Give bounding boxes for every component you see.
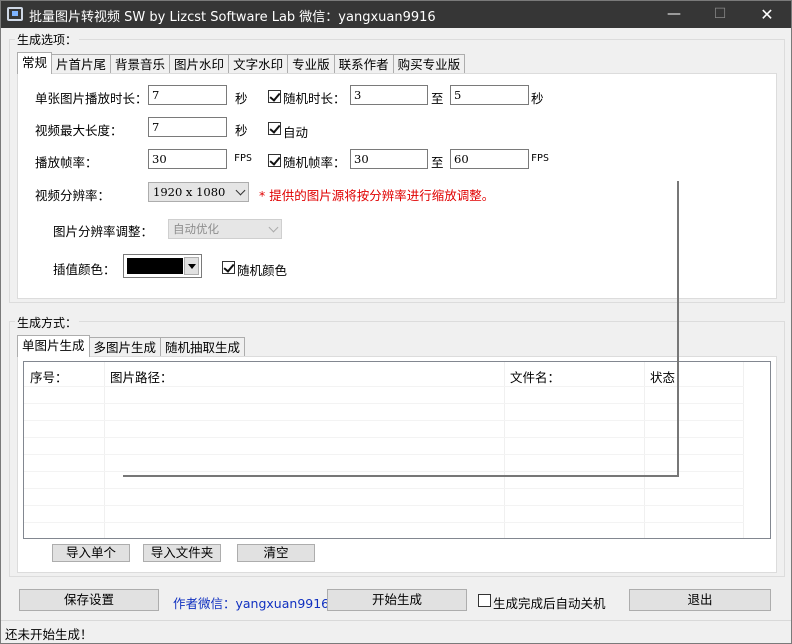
max-length-input[interactable]: 7 [148,117,227,137]
row-divider [24,386,744,387]
chevron-down-icon [235,185,246,196]
status-divider [1,620,791,621]
auto-shutdown-label: 生成完成后自动关机 [493,596,606,611]
header-filename[interactable]: 文件名： [510,367,560,386]
column-status [645,362,744,538]
random-to-label: 至 [431,91,444,106]
row-divider [24,471,744,472]
auto-checkbox[interactable] [268,122,281,135]
tab-general[interactable]: 常规 [17,52,53,74]
random-color-label: 随机颜色 [237,263,288,278]
ghost-window-edge [123,475,679,477]
row-divider [24,420,744,421]
options-group-label: 生成选项： [15,31,80,48]
header-index[interactable]: 序号： [30,367,68,386]
random-fps-label: 随机帧率： [283,155,346,170]
header-status[interactable]: 状态： [650,367,688,386]
app-window: 批量图片转视频 SW by Lizcst Software Lab 微信：yan… [0,0,792,644]
ghost-window-edge [677,181,679,477]
random-duration-checkbox[interactable] [268,90,281,103]
fill-color-picker[interactable] [123,254,202,278]
random-fps-max-input[interactable]: 60 [450,149,529,169]
fill-color-label: 插值颜色： [53,262,116,277]
clear-button[interactable]: 清空 [237,544,315,562]
random-color-checkbox[interactable] [222,261,235,274]
random-duration-label: 随机时长： [283,91,346,106]
row-divider [24,403,744,404]
auto-label: 自动 [283,125,309,140]
author-wechat-link[interactable]: 作者微信：yangxuan9916 [173,593,329,612]
fps-unit: FPS [234,153,253,164]
random-min-input[interactable]: 3 [350,85,428,105]
image-adjust-value: 自动优化 [173,222,219,236]
tab-intro-outro[interactable]: 片首片尾 [51,54,112,74]
mode-tabs: 单图片生成 多图片生成 随机抽取生成 [17,335,246,357]
start-button[interactable]: 开始生成 [327,589,467,611]
fill-color-dropdown[interactable] [184,257,199,275]
random-unit: 秒 [531,91,544,106]
import-single-button[interactable]: 导入单个 [52,544,130,562]
resolution-note: * 提供的图片源将按分辨率进行缩放调整。 [259,188,495,203]
image-adjust-label: 图片分辨率调整： [53,224,154,239]
single-duration-label: 单张图片播放时长： [35,91,148,106]
save-settings-button[interactable]: 保存设置 [19,589,159,611]
single-duration-unit: 秒 [235,91,248,106]
column-index [24,362,105,538]
max-length-unit: 秒 [235,123,248,138]
random-max-input[interactable]: 5 [450,85,529,105]
max-length-label: 视频最大长度： [35,123,123,138]
options-tabs: 常规 片首片尾 背景音乐 图片水印 文字水印 专业版 联系作者 购买专业版 [17,52,466,74]
resolution-label: 视频分辨率： [35,188,111,203]
column-filename [505,362,645,538]
window-title: 批量图片转视频 SW by Lizcst Software Lab 微信：yan… [29,10,436,25]
tab-pro-version[interactable]: 专业版 [287,54,335,74]
tab-single-image[interactable]: 单图片生成 [17,335,90,357]
title-bar: 批量图片转视频 SW by Lizcst Software Lab 微信：yan… [1,1,791,28]
resolution-value: 1920 x 1080 [153,185,226,199]
row-divider [24,522,744,523]
tab-image-watermark[interactable]: 图片水印 [169,54,230,74]
fps-input[interactable]: 30 [148,149,227,169]
header-path[interactable]: 图片路径： [110,367,173,386]
row-divider [24,488,744,489]
fps-label: 播放帧率： [35,155,98,170]
fill-color-swatch [127,258,183,274]
column-path [105,362,505,538]
tab-random-extract[interactable]: 随机抽取生成 [160,337,246,357]
row-divider [24,437,744,438]
single-duration-input[interactable]: 7 [148,85,227,105]
maximize-button[interactable]: ☐ [697,1,743,28]
tab-background-music[interactable]: 背景音乐 [110,54,171,74]
resolution-select[interactable]: 1920 x 1080 [148,182,249,202]
auto-shutdown-checkbox[interactable] [478,594,491,607]
random-fps-checkbox[interactable] [268,154,281,167]
random-fps-min-input[interactable]: 30 [350,149,428,169]
mode-group-label: 生成方式： [15,314,80,331]
minimize-button[interactable]: — [651,1,697,28]
close-button[interactable]: ✕ [744,1,790,28]
tab-text-watermark[interactable]: 文字水印 [228,54,289,74]
app-icon [7,7,23,21]
random-fps-to-label: 至 [431,155,444,170]
caret-down-icon [188,264,196,269]
chevron-down-icon [268,222,279,233]
row-divider [24,505,744,506]
tab-multi-image[interactable]: 多图片生成 [88,337,162,357]
exit-button[interactable]: 退出 [629,589,771,611]
random-fps-unit: FPS [531,153,550,164]
tab-contact-author[interactable]: 联系作者 [333,54,394,74]
status-text: 还未开始生成！ [5,627,93,642]
row-divider [24,454,744,455]
image-adjust-select: 自动优化 [168,219,282,239]
tab-buy-pro[interactable]: 购买专业版 [392,54,466,74]
image-list[interactable]: 序号： 图片路径： 文件名： 状态： [23,361,771,539]
import-folder-button[interactable]: 导入文件夹 [143,544,221,562]
